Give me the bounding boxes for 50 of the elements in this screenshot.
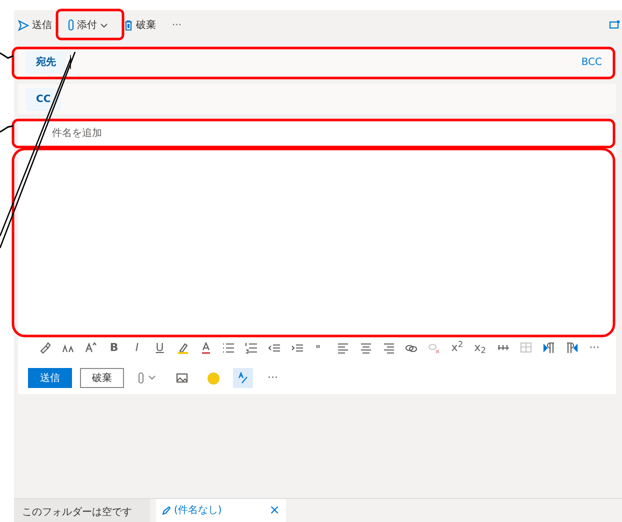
- highlighter-icon: [176, 342, 189, 354]
- paperclip-icon: [68, 19, 74, 31]
- grow-font-icon: [85, 342, 98, 354]
- to-button[interactable]: 宛先: [26, 50, 66, 74]
- pop-out-icon: [609, 20, 620, 30]
- table-icon: [520, 342, 532, 354]
- underline-button[interactable]: U: [148, 338, 172, 358]
- font-color-icon: [200, 342, 212, 354]
- align-left-icon: [336, 342, 349, 354]
- discard-button[interactable]: 破棄: [80, 368, 124, 388]
- close-button[interactable]: ×: [269, 500, 280, 520]
- send-icon: [18, 20, 29, 30]
- ltr-icon: [542, 342, 555, 354]
- pencil-icon: [162, 506, 171, 515]
- bcc-link[interactable]: BCC: [575, 54, 608, 70]
- unlink-icon: [428, 342, 440, 354]
- align-center-icon: [360, 342, 372, 354]
- highlight-box: [56, 8, 124, 40]
- link-icon: [405, 342, 418, 354]
- font-size-icon: [62, 342, 74, 354]
- image-icon: [176, 373, 188, 383]
- more-button[interactable]: ···: [170, 16, 184, 34]
- align-right-icon: [382, 342, 395, 354]
- rtl-icon: [566, 342, 578, 354]
- italic-button[interactable]: I: [126, 338, 148, 358]
- spelling-icon: [237, 372, 249, 384]
- more-options-button[interactable]: ···: [583, 338, 606, 358]
- send-button[interactable]: 送信: [28, 368, 72, 388]
- text-cursor: [70, 55, 71, 69]
- editor-button[interactable]: [233, 368, 253, 388]
- discard-button[interactable]: 破棄: [122, 16, 158, 34]
- more-button[interactable]: ···: [261, 368, 284, 388]
- draft-tab[interactable]: (件名なし) ×: [156, 499, 286, 522]
- emoji-icon[interactable]: [206, 372, 220, 384]
- decrease-indent-icon: [268, 342, 280, 354]
- subject-field[interactable]: 件名を追加: [18, 120, 616, 146]
- numbered-list-icon: [245, 342, 258, 354]
- folder-status-text: このフォルダーは空です: [14, 499, 150, 522]
- bullet-list-icon: [222, 342, 234, 354]
- format-painter-icon: [39, 342, 52, 354]
- chevron-down-icon: [100, 22, 108, 28]
- cc-button[interactable]: CC: [26, 88, 61, 110]
- superscript-button[interactable]: x$^{2}$: [446, 338, 469, 358]
- send-button[interactable]: 送信: [16, 16, 54, 34]
- bold-button[interactable]: B: [102, 338, 126, 358]
- subscript-button[interactable]: x$_{2}$: [468, 338, 492, 358]
- increase-indent-icon: [291, 342, 304, 354]
- attach-dropdown-icon: [137, 372, 157, 384]
- trash-icon: [124, 20, 133, 30]
- attach-button[interactable]: 添付: [66, 16, 110, 34]
